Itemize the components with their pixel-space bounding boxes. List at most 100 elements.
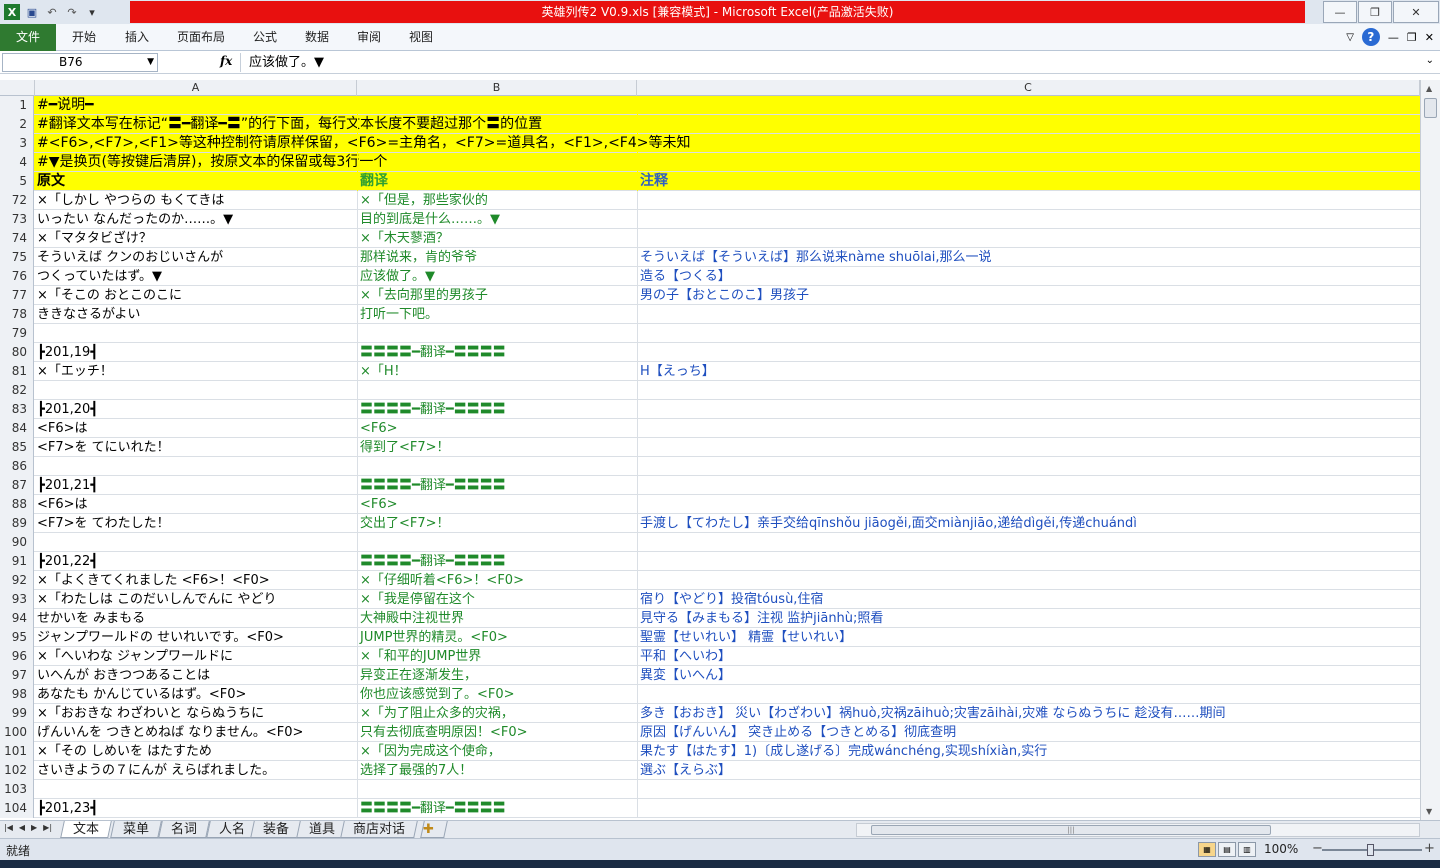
row-header[interactable]: 100 — [0, 723, 34, 742]
cell-original[interactable]: あなたも かんじているはず。<F0> — [35, 685, 357, 704]
cell-original[interactable]: ×「へいわな ジャンプワールドに — [35, 647, 357, 666]
select-all-corner[interactable] — [0, 80, 35, 96]
cell-note[interactable] — [637, 533, 1420, 552]
cell-note[interactable] — [637, 799, 1420, 818]
cell-translation[interactable] — [357, 324, 637, 343]
scroll-up-icon[interactable]: ▲ — [1426, 84, 1432, 93]
row-header[interactable]: 85 — [0, 438, 34, 457]
cell-original[interactable]: #翻译文本写在标记“〓━翻译━〓”的行下面，每行文本长度不要超过那个〓的位置 — [35, 115, 542, 134]
tab-review[interactable]: 审阅 — [357, 24, 381, 51]
minimize-button[interactable]: — — [1323, 1, 1357, 23]
cell-note[interactable] — [637, 571, 1420, 590]
zoom-handle[interactable] — [1367, 844, 1374, 856]
cell-original[interactable]: ききなさるがよい — [35, 305, 357, 324]
cell-original[interactable]: ┣201,23┫ — [35, 799, 357, 818]
cell-note[interactable]: 異変【いへん】 — [637, 666, 1420, 685]
cell-original[interactable]: げんいんを つきとめねば なりません。<F0> — [35, 723, 357, 742]
row-header[interactable]: 77 — [0, 286, 34, 305]
cell-translation[interactable]: 〓〓〓〓━翻译━〓〓〓〓 — [357, 552, 637, 571]
cell-original[interactable] — [35, 324, 357, 343]
cell-original[interactable]: ×「わたしは このだいしんでんに やどり — [35, 590, 357, 609]
cell-translation[interactable]: 只有去彻底查明原因！<F0> — [357, 723, 637, 742]
vertical-scroll-thumb[interactable] — [1424, 98, 1437, 118]
cell-original[interactable]: <F7>を てにいれた！ — [35, 438, 357, 457]
row-header[interactable]: 84 — [0, 419, 34, 438]
zoom-level[interactable]: 100% — [1264, 842, 1298, 856]
cell-note[interactable] — [637, 476, 1420, 495]
cell-translation[interactable]: ×「我是停留在这个 — [357, 590, 637, 609]
cell-original[interactable]: ×「そこの おとこのこに — [35, 286, 357, 305]
row-header[interactable]: 99 — [0, 704, 34, 723]
first-sheet-icon[interactable]: |◀ — [4, 823, 13, 832]
cell-translation[interactable] — [357, 115, 637, 134]
cell-note[interactable]: 多き【おおき】 災い【わざわい】祸huò,灾祸zāihuò;灾害zāihài,灾… — [637, 704, 1420, 723]
sheet-tab[interactable]: 菜单 — [110, 821, 162, 838]
tab-data[interactable]: 数据 — [305, 24, 329, 51]
cell-original[interactable]: ×「おおきな わざわいと ならぬうちに — [35, 704, 357, 723]
row-header[interactable]: 90 — [0, 533, 34, 552]
row-header[interactable]: 1 — [0, 96, 34, 115]
cell-original[interactable]: ×「しかし やつらの もくてきは — [35, 191, 357, 210]
cell-translation[interactable]: 应该做了。▼ — [357, 267, 637, 286]
sheet-tab[interactable]: 文本 — [60, 821, 112, 838]
normal-view-icon[interactable]: ▦ — [1198, 842, 1216, 857]
row-header[interactable]: 88 — [0, 495, 34, 514]
cell-note[interactable]: 手渡し【てわたし】亲手交给qīnshǒu jiāogěi,面交miànjiāo,… — [637, 514, 1420, 533]
cell-translation[interactable]: 〓〓〓〓━翻译━〓〓〓〓 — [357, 343, 637, 362]
row-header[interactable]: 74 — [0, 229, 34, 248]
undo-icon[interactable]: ↶ — [44, 4, 60, 20]
row-header[interactable]: 79 — [0, 324, 34, 343]
tab-insert[interactable]: 插入 — [125, 24, 149, 51]
cell-original[interactable] — [35, 381, 357, 400]
cell-note[interactable] — [637, 191, 1420, 210]
file-tab[interactable]: 文件 — [0, 24, 56, 51]
cell-note[interactable] — [637, 305, 1420, 324]
column-header-a[interactable]: A — [35, 80, 357, 96]
row-header[interactable]: 81 — [0, 362, 34, 381]
page-layout-view-icon[interactable]: ▤ — [1218, 842, 1236, 857]
cell-note[interactable] — [637, 400, 1420, 419]
cell-note[interactable] — [637, 343, 1420, 362]
cell-original[interactable]: #<F6>,<F7>,<F1>等这种控制符请原样保留，<F6>=主角名，<F7>… — [35, 134, 691, 153]
cell-translation[interactable]: 目的到底是什么……。▼ — [357, 210, 637, 229]
cell-note[interactable]: 宿り【やどり】投宿tóusù,住宿 — [637, 590, 1420, 609]
cell-translation[interactable]: 打听一下吧。 — [357, 305, 637, 324]
cell-note[interactable] — [637, 210, 1420, 229]
row-header[interactable]: 2 — [0, 115, 34, 134]
cell-translation[interactable]: 〓〓〓〓━翻译━〓〓〓〓 — [357, 799, 637, 818]
cell-note[interactable] — [637, 419, 1420, 438]
redo-icon[interactable]: ↷ — [64, 4, 80, 20]
row-header[interactable]: 101 — [0, 742, 34, 761]
help-icon[interactable]: ? — [1361, 28, 1380, 46]
cell-translation[interactable] — [357, 134, 637, 153]
row-header[interactable]: 86 — [0, 457, 34, 476]
cell-translation[interactable]: 〓〓〓〓━翻译━〓〓〓〓 — [357, 400, 637, 419]
cell-original[interactable]: つくっていたはず。▼ — [35, 267, 357, 286]
column-header-b[interactable]: B — [357, 80, 637, 96]
cell-note[interactable]: H【えっち】 — [637, 362, 1420, 381]
sheet-tab[interactable]: 商店对话 — [340, 821, 418, 838]
cell-original[interactable]: #━说明━ — [35, 96, 357, 115]
tab-formulas[interactable]: 公式 — [253, 24, 277, 51]
cell-translation[interactable]: 异变正在逐渐发生， — [357, 666, 637, 685]
row-header[interactable]: 5 — [0, 172, 34, 191]
cell-translation[interactable]: 大神殿中注视世界 — [357, 609, 637, 628]
horizontal-scroll-thumb[interactable]: ||| — [871, 825, 1271, 835]
row-header[interactable]: 98 — [0, 685, 34, 704]
cell-translation[interactable]: ×「为了阻止众多的灾祸， — [357, 704, 637, 723]
cell-original[interactable]: いへんが おきつつあることは — [35, 666, 357, 685]
cell-original[interactable]: ジャンプワールドの せいれいです。<F0> — [35, 628, 357, 647]
formula-input[interactable]: 应该做了。▼ — [240, 53, 1422, 72]
tab-page-layout[interactable]: 页面布局 — [177, 24, 225, 51]
cell-translation[interactable] — [357, 533, 637, 552]
cell-translation[interactable]: ×「去向那里的男孩子 — [357, 286, 637, 305]
scroll-down-icon[interactable]: ▼ — [1426, 807, 1432, 816]
cell-note[interactable]: 聖霊【せいれい】 精霊【せいれい】 — [637, 628, 1420, 647]
cell-note[interactable] — [637, 780, 1420, 799]
cell-note[interactable]: 原因【げんいん】 突き止める【つきとめる】彻底查明 — [637, 723, 1420, 742]
cell-original[interactable]: #▼是换页(等按键后清屏)，按原文本的保留或每3行一个 — [35, 153, 387, 172]
cell-translation[interactable] — [357, 780, 637, 799]
row-header[interactable]: 96 — [0, 647, 34, 666]
row-header[interactable]: 4 — [0, 153, 34, 172]
cell-original[interactable]: いったい なんだったのか……。▼ — [35, 210, 357, 229]
